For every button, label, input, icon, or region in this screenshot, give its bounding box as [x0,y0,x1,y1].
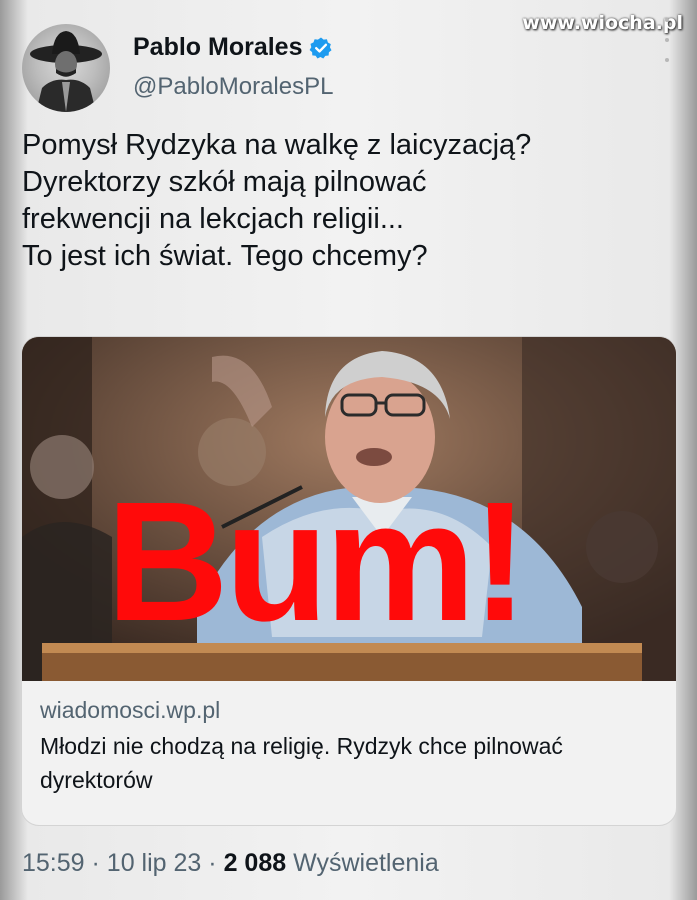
tweet-time[interactable]: 15:59 [22,849,85,877]
tweet-line: Dyrektorzy szkół mają pilnować [22,166,427,198]
card-image-overlay-text: Bum! [106,467,528,657]
tweet-date[interactable]: 10 lip 23 [107,849,202,877]
user-display-name[interactable]: Pablo Morales [133,33,303,62]
separator: · [91,849,100,877]
link-preview-card[interactable]: Bum! wiadomosci.wp.pl Młodzi nie chodzą … [21,336,677,826]
watermark: www.wiocha.pl [522,12,683,34]
views-count: 2 088 [223,849,287,877]
views-label: Wyświetlenia [293,849,439,877]
avatar[interactable] [22,24,110,112]
card-image[interactable]: Bum! [22,337,676,681]
tweet-line: Pomysł Rydzyka na walkę z laicyzacją? [22,129,532,161]
tweet-text: Pomysł Rydzyka na walkę z laicyzacją? Dy… [22,127,672,275]
tweet-meta: 15:59 · 10 lip 23 · 2 088 Wyświetlenia [22,849,439,878]
card-title[interactable]: Młodzi nie chodzą na religię. Rydzyk chc… [40,729,640,797]
tweet-line: frekwencji na lekcjach religii... [22,203,404,235]
separator: · [208,849,217,877]
verified-badge-icon [309,37,331,58]
card-domain[interactable]: wiadomosci.wp.pl [40,695,658,725]
tweet-line: To jest ich świat. Tego chcemy? [22,240,428,272]
user-handle[interactable]: @PabloMoralesPL [133,73,333,101]
more-options-icon[interactable] [665,18,669,62]
user-name[interactable]: Pablo Morales [133,33,333,62]
